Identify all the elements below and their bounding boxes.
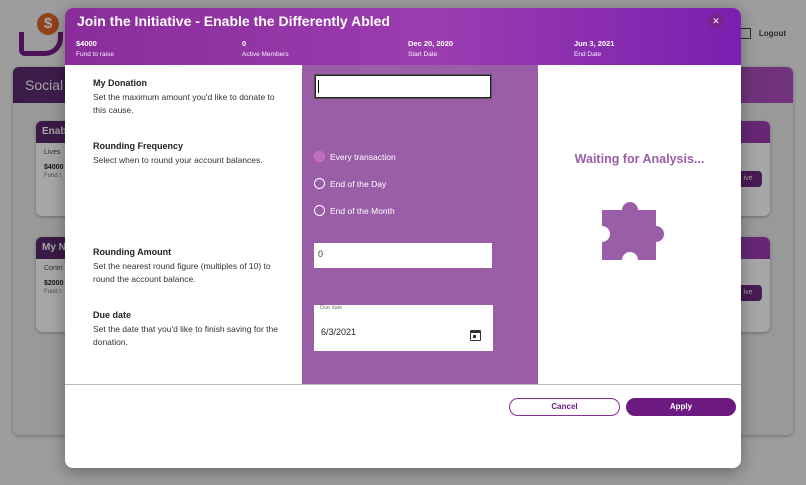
amount-section: Rounding Amount Set the nearest round fi… — [93, 247, 283, 286]
radio-end-of-month[interactable]: End of the Month — [314, 205, 395, 216]
dialog-title: Join the Initiative - Enable the Differe… — [77, 13, 390, 29]
puzzle-icon — [602, 202, 664, 260]
cancel-button[interactable]: Cancel — [509, 398, 620, 416]
close-icon[interactable]: ✕ — [708, 13, 724, 29]
due-date-section: Due date Set the date that you'd like to… — [93, 310, 283, 349]
stat-value: Jun 3, 2021 — [574, 39, 615, 48]
stat-end-date: Jun 3, 2021 End Date — [574, 39, 614, 58]
radio-label: Every transaction — [330, 151, 396, 162]
section-heading: Rounding Frequency — [93, 141, 183, 151]
section-heading: Due date — [93, 310, 132, 320]
radio-every-transaction[interactable]: Every transaction — [314, 151, 396, 162]
section-description: Set the maximum amount you'd like to don… — [93, 92, 275, 115]
donation-input[interactable] — [314, 74, 492, 99]
radio-end-of-day[interactable]: End of the Day — [314, 178, 386, 189]
radio-circle — [314, 178, 325, 189]
dialog-body: My Donation Set the maximum amount you'd… — [65, 65, 741, 384]
section-description: Select when to round your account balanc… — [93, 155, 263, 165]
due-date-value: 6/3/2021 — [321, 327, 357, 337]
section-description: Set the nearest round figure (multiples … — [93, 261, 271, 284]
stat-value: Dec 20, 2020 — [408, 39, 454, 48]
stat-label: Active Members — [242, 51, 289, 58]
radio-label: End of the Month — [330, 205, 395, 216]
due-date-field[interactable]: Due date 6/3/2021 — [314, 305, 493, 351]
stat-value: $4000 — [76, 39, 97, 48]
donation-section: My Donation Set the maximum amount you'd… — [93, 78, 283, 117]
radio-circle — [314, 205, 325, 216]
section-heading: My Donation — [93, 78, 147, 88]
join-initiative-dialog: Join the Initiative - Enable the Differe… — [65, 8, 741, 468]
due-date-field-label: Due date — [320, 305, 343, 311]
dialog-header: Join the Initiative - Enable the Differe… — [65, 8, 741, 65]
stat-members: 0 Active Members — [242, 39, 289, 58]
radio-label: End of the Day — [330, 178, 387, 189]
stat-label: Fund to raise — [76, 51, 114, 58]
frequency-section: Rounding Frequency Select when to round … — [93, 141, 283, 167]
analysis-panel: Waiting for Analysis... — [538, 65, 741, 384]
stat-label: Start Date — [408, 51, 438, 58]
stat-label: End Date — [574, 51, 602, 58]
stat-fund: $4000 Fund to raise — [76, 39, 114, 58]
footer-divider — [65, 384, 741, 385]
apply-button[interactable]: Apply — [626, 398, 736, 416]
section-heading: Rounding Amount — [93, 247, 172, 257]
section-description: Set the date that you'd like to finish s… — [93, 324, 278, 347]
stat-value: 0 — [242, 39, 247, 48]
rounding-amount-input[interactable]: 0 — [314, 243, 492, 268]
stat-start-date: Dec 20, 2020 Start Date — [408, 39, 453, 58]
settings-descriptions: My Donation Set the maximum amount you'd… — [65, 65, 302, 384]
calendar-icon[interactable] — [470, 330, 481, 341]
radio-circle-selected — [314, 151, 325, 162]
analysis-status: Waiting for Analysis... — [574, 152, 705, 166]
settings-inputs: Every transaction End of the Day End of … — [302, 65, 538, 384]
